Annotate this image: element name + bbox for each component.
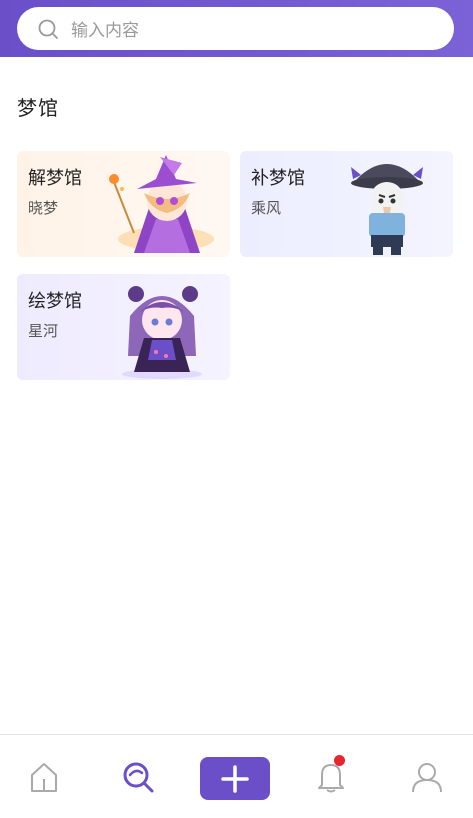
search-input[interactable]: 输入内容: [17, 7, 454, 50]
witch-girl-illustration: [109, 155, 214, 253]
add-icon: [221, 764, 249, 793]
discover-icon[interactable]: [118, 757, 158, 797]
card-title: 解梦馆: [28, 168, 82, 189]
search-placeholder: 输入内容: [71, 21, 139, 41]
card-subtitle: 晓梦: [28, 199, 59, 217]
bottom-tab-bar: [0, 734, 473, 818]
home-icon[interactable]: [24, 757, 64, 797]
bell-icon[interactable]: [311, 755, 351, 797]
card-subtitle: 乘风: [251, 199, 282, 217]
card-huimeng[interactable]: 绘梦馆 星河: [17, 274, 230, 380]
top-bar: 输入内容: [0, 0, 473, 57]
card-bumeng[interactable]: 补梦馆 乘风: [240, 151, 453, 257]
section-title: 梦馆: [17, 96, 59, 120]
notification-badge: [334, 755, 345, 766]
add-button[interactable]: [200, 757, 270, 800]
user-icon[interactable]: [407, 757, 447, 797]
card-subtitle: 星河: [28, 322, 59, 340]
card-title: 补梦馆: [251, 168, 305, 189]
card-title: 绘梦馆: [28, 291, 82, 312]
search-icon: [37, 18, 59, 40]
gothic-girl-illustration: [122, 286, 202, 379]
card-jiemeng[interactable]: 解梦馆 晓梦: [17, 151, 230, 257]
plague-doctor-illustration: [351, 164, 423, 255]
